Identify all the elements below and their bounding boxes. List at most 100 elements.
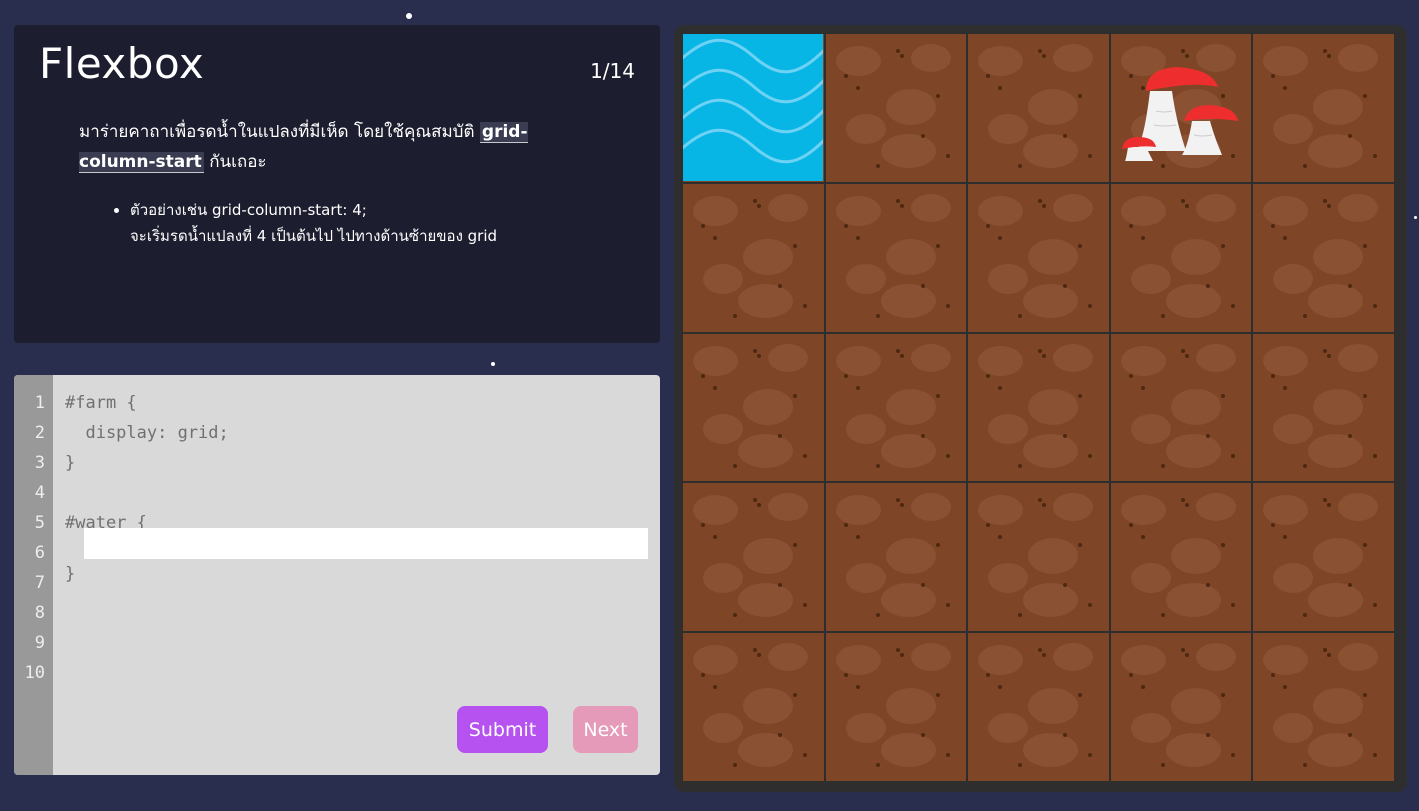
soil-pebble [1038, 348, 1043, 353]
soil-pebble [998, 86, 1003, 90]
farm-board [674, 25, 1407, 792]
soil-pebble [895, 648, 900, 653]
level-indicator[interactable]: 1/14 [590, 59, 635, 83]
soil-pebble [1205, 433, 1210, 438]
soil-pebble [733, 613, 737, 618]
soil-pebble [1283, 235, 1288, 240]
soil-pebble [1323, 49, 1328, 53]
soil-pebble [998, 535, 1003, 540]
soil-pebble [1078, 543, 1083, 548]
soil-pebble [1088, 303, 1093, 308]
css-code-input[interactable] [84, 528, 648, 559]
line-number: 10 [24, 663, 45, 683]
soil-plot [825, 34, 967, 182]
soil-pebble [1205, 283, 1210, 288]
soil-texture [1308, 433, 1364, 468]
soil-pebble [1063, 283, 1068, 288]
soil-pebble [920, 433, 925, 438]
soil-pebble [843, 373, 848, 378]
soil-texture [1263, 345, 1309, 376]
soil-pebble [935, 94, 940, 98]
soil-pebble [803, 603, 807, 608]
soil-pebble [1160, 313, 1165, 318]
soil-pebble [1220, 393, 1225, 398]
soil-pebble [1323, 498, 1328, 503]
soil-pebble [986, 523, 991, 528]
soil-texture [703, 263, 743, 294]
soil-pebble [855, 385, 860, 390]
next-button[interactable]: Next [573, 706, 638, 753]
soil-pebble [778, 283, 782, 288]
soil-texture [885, 388, 936, 425]
soil-pebble [1283, 535, 1288, 540]
soil-plot [1253, 183, 1394, 332]
soil-pebble [701, 223, 705, 228]
soil-plot [1253, 483, 1394, 632]
soil-pebble [1018, 763, 1023, 768]
soil-texture [910, 44, 951, 72]
soil-texture [978, 195, 1024, 226]
soil-pebble [920, 283, 925, 288]
soil-texture [978, 495, 1024, 526]
soil-texture [693, 345, 738, 376]
soil-pebble [1363, 393, 1368, 398]
soil-pebble [875, 463, 880, 468]
soil-texture [693, 195, 738, 226]
soil-pebble [1160, 463, 1165, 468]
soil-pebble [1184, 503, 1189, 508]
soil-texture [768, 343, 808, 372]
soil-texture [1338, 44, 1379, 72]
soil-pebble [1230, 303, 1235, 308]
description-text: มาร่ายคาถาเพื่อรดน้ำในแปลงที่มีเห็ด โดยใ… [79, 122, 480, 142]
soil-pebble [875, 613, 880, 618]
soil-pebble [793, 393, 797, 398]
code-line: display: grid; [65, 423, 229, 443]
soil-texture [1273, 563, 1314, 594]
soil-texture [703, 713, 743, 744]
soil-pebble [895, 49, 900, 53]
star-decoration [1414, 216, 1417, 219]
soil-pebble [733, 463, 737, 468]
soil-pebble [1042, 653, 1047, 658]
soil-pebble [1160, 613, 1165, 618]
soil-pebble [701, 673, 705, 678]
soil-texture [835, 345, 881, 376]
soil-pebble [1220, 693, 1225, 698]
soil-pebble [793, 243, 797, 248]
soil-pebble [753, 648, 757, 653]
soil-pebble [1078, 243, 1083, 248]
soil-texture [885, 89, 936, 125]
soil-pebble [843, 673, 848, 678]
soil-texture [1313, 238, 1364, 275]
soil-pebble [899, 503, 904, 508]
soil-pebble [899, 54, 904, 58]
soil-texture [743, 388, 793, 425]
soil-pebble [986, 74, 991, 78]
soil-texture [845, 563, 886, 594]
soil-pebble [1303, 763, 1308, 768]
line-number: 3 [34, 453, 45, 473]
soil-texture [1165, 433, 1221, 468]
page-title: Flexbox [39, 39, 205, 88]
soil-pebble [895, 348, 900, 353]
soil-pebble [1018, 313, 1023, 318]
soil-texture [703, 563, 743, 594]
soil-pebble [1088, 453, 1093, 458]
soil-pebble [1373, 303, 1378, 308]
soil-plot [683, 183, 824, 332]
soil-pebble [1184, 353, 1189, 358]
soil-texture [880, 733, 936, 768]
soil-pebble [920, 134, 925, 138]
soil-pebble [1373, 453, 1378, 458]
soil-pebble [1271, 523, 1276, 528]
soil-pebble [998, 235, 1003, 240]
soil-pebble [1042, 353, 1047, 358]
soil-texture [1023, 134, 1079, 168]
water-waves-icon [683, 38, 823, 164]
soil-pebble [753, 348, 757, 353]
level-description: มาร่ายคาถาเพื่อรดน้ำในแปลงที่มีเห็ด โดยใ… [79, 117, 559, 177]
soil-texture [880, 134, 936, 168]
soil-pebble [803, 453, 807, 458]
soil-pebble [1271, 223, 1276, 228]
submit-button[interactable]: Submit [457, 706, 548, 753]
